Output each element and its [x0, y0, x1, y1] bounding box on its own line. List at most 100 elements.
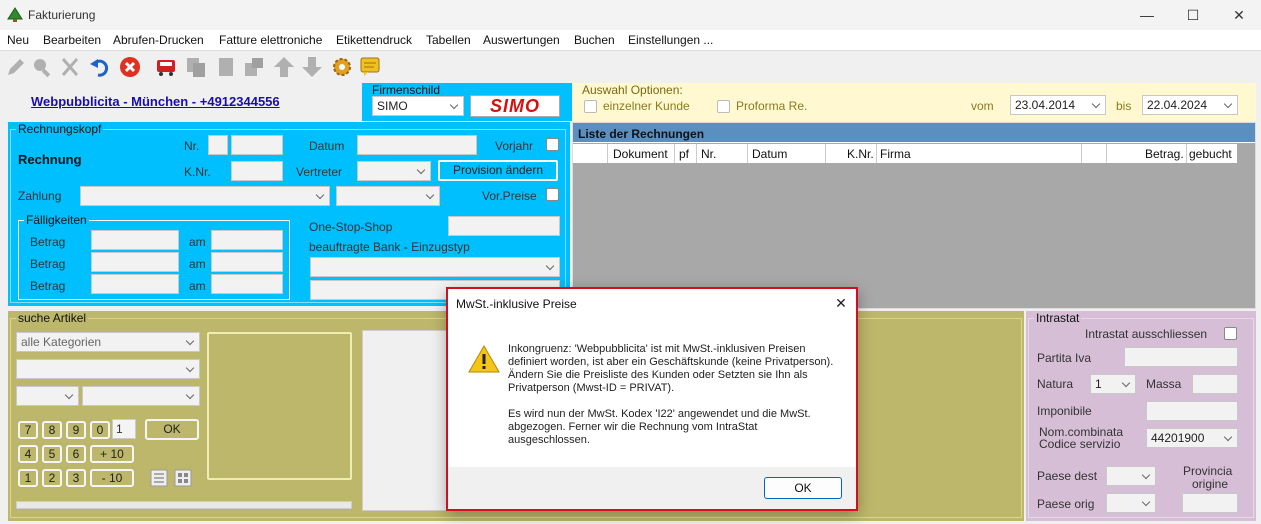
- col-nr[interactable]: Nr.: [701, 147, 716, 161]
- natura-select[interactable]: 1: [1090, 374, 1136, 394]
- undo-icon[interactable]: [88, 55, 112, 79]
- einzelner-kunde-checkbox[interactable]: [584, 100, 597, 113]
- minus10-key[interactable]: - 10: [90, 469, 134, 487]
- vom-date-value: 23.04.2014: [1015, 98, 1076, 112]
- paese-orig-select[interactable]: [1106, 493, 1156, 513]
- vorpreise-checkbox[interactable]: [546, 188, 559, 201]
- key-2[interactable]: 2: [42, 469, 62, 487]
- dialog-footer: OK: [448, 467, 856, 509]
- dialog-close-button[interactable]: ✕: [824, 289, 858, 317]
- betrag-field-3[interactable]: [91, 274, 179, 294]
- nr-field[interactable]: [231, 135, 283, 155]
- artikel-list[interactable]: [362, 330, 448, 511]
- betrag-field-1[interactable]: [91, 230, 179, 250]
- dialog-message-2: Es wird nun der MwSt. Kodex 'I22' angewe…: [508, 408, 811, 446]
- col-betrag[interactable]: Betrag.: [1145, 147, 1184, 161]
- col-gebucht[interactable]: gebucht: [1189, 147, 1232, 161]
- bis-date-picker[interactable]: 22.04.2024: [1142, 95, 1238, 115]
- vom-date-picker[interactable]: 23.04.2014: [1010, 95, 1106, 115]
- filter-select-1[interactable]: [16, 386, 79, 406]
- menu-tabellen[interactable]: Tabellen: [426, 33, 471, 47]
- vertreter-select[interactable]: [357, 161, 431, 181]
- menu-fatture-elettroniche[interactable]: Fatture elettroniche: [219, 33, 322, 47]
- key-7[interactable]: 7: [18, 421, 38, 439]
- col-dokument[interactable]: Dokument: [613, 147, 668, 161]
- provision-aendern-button[interactable]: Provision ändern: [438, 160, 558, 181]
- company-header: Webpubblicita - München - +4912344556: [0, 83, 362, 121]
- am-field-2[interactable]: [211, 252, 283, 272]
- simo-logo: SIMO: [470, 95, 560, 117]
- company-link[interactable]: Webpubblicita - München - +4912344556: [31, 94, 280, 109]
- menu-bearbeiten[interactable]: Bearbeiten: [43, 33, 101, 47]
- intrastat-ausschliessen-checkbox[interactable]: [1224, 327, 1237, 340]
- betrag-field-2[interactable]: [91, 252, 179, 272]
- bank-select[interactable]: [310, 257, 560, 277]
- col-firma[interactable]: Firma: [880, 147, 911, 161]
- key-0[interactable]: 0: [90, 421, 110, 439]
- menu-einstellungen[interactable]: Einstellungen ...: [628, 33, 713, 47]
- codice-servizio-select[interactable]: 44201900: [1146, 428, 1238, 448]
- menu-abrufen-drucken[interactable]: Abrufen-Drucken: [113, 33, 204, 47]
- am-field-3[interactable]: [211, 274, 283, 294]
- imponibile-field[interactable]: [1146, 401, 1238, 421]
- col-pf[interactable]: pf: [679, 147, 689, 161]
- col-knr[interactable]: K.Nr.: [847, 147, 874, 161]
- zahlung-type-select[interactable]: [336, 186, 440, 206]
- truck-icon[interactable]: [154, 55, 178, 79]
- am-label-3: am: [189, 279, 206, 293]
- key-5[interactable]: 5: [42, 445, 62, 463]
- mwst-dialog: MwSt.-inklusive Preise ✕ Inkongruenz: 'W…: [446, 287, 858, 511]
- minimize-button[interactable]: —: [1124, 0, 1170, 30]
- col-datum[interactable]: Datum: [752, 147, 787, 161]
- edit-pencil-icon[interactable]: [4, 55, 28, 79]
- cancel-icon[interactable]: [118, 55, 142, 79]
- menu-etikettendruck[interactable]: Etikettendruck: [336, 33, 412, 47]
- key-9[interactable]: 9: [66, 421, 86, 439]
- key-6[interactable]: 6: [66, 445, 86, 463]
- arrow-up-icon[interactable]: [272, 55, 296, 79]
- rechnungskopf-legend: Rechnungskopf: [16, 122, 104, 136]
- menu-auswertungen[interactable]: Auswertungen: [483, 33, 560, 47]
- menu-buchen[interactable]: Buchen: [574, 33, 615, 47]
- window-title: Fakturierung: [28, 8, 96, 22]
- partita-iva-field[interactable]: [1124, 347, 1238, 367]
- proforma-checkbox[interactable]: [717, 100, 730, 113]
- datum-field[interactable]: [357, 135, 477, 155]
- kategorie-selected: alle Kategorien: [21, 335, 102, 349]
- gear-icon[interactable]: [330, 55, 354, 79]
- paese-dest-select[interactable]: [1106, 466, 1156, 486]
- nr-prefix-field[interactable]: [208, 135, 228, 155]
- am-field-1[interactable]: [211, 230, 283, 250]
- list-view-icon[interactable]: [150, 469, 168, 487]
- firmenschild-select[interactable]: SIMO: [372, 96, 464, 116]
- plus10-key[interactable]: + 10: [90, 445, 134, 463]
- close-window-button[interactable]: ✕: [1216, 0, 1261, 30]
- zahlung-select[interactable]: [80, 186, 330, 206]
- key-3[interactable]: 3: [66, 469, 86, 487]
- knr-field[interactable]: [231, 161, 283, 181]
- key-1[interactable]: 1: [18, 469, 38, 487]
- betrag-label-3: Betrag: [30, 279, 66, 293]
- kategorie-select[interactable]: alle Kategorien: [16, 332, 200, 352]
- arrow-down-icon[interactable]: [300, 55, 324, 79]
- key-4[interactable]: 4: [18, 445, 38, 463]
- ok-key[interactable]: OK: [145, 419, 199, 440]
- copy-icon[interactable]: [184, 55, 208, 79]
- grid-view-icon[interactable]: [174, 469, 192, 487]
- document-icon[interactable]: [214, 55, 238, 79]
- key-8[interactable]: 8: [42, 421, 62, 439]
- export-icon[interactable]: [242, 55, 266, 79]
- massa-field[interactable]: [1192, 374, 1238, 394]
- menu-neu[interactable]: Neu: [7, 33, 29, 47]
- notes-icon[interactable]: [358, 55, 382, 79]
- provincia-origine-field[interactable]: [1182, 493, 1238, 513]
- oss-field[interactable]: [448, 216, 560, 236]
- vorjahr-checkbox[interactable]: [546, 138, 559, 151]
- unterkategorie-select[interactable]: [16, 359, 200, 379]
- cut-icon[interactable]: [58, 55, 82, 79]
- dialog-ok-button[interactable]: OK: [764, 477, 842, 499]
- filter-select-2[interactable]: [82, 386, 200, 406]
- search-icon[interactable]: [30, 55, 54, 79]
- maximize-button[interactable]: ☐: [1170, 0, 1216, 30]
- quantity-field[interactable]: 1: [112, 419, 136, 439]
